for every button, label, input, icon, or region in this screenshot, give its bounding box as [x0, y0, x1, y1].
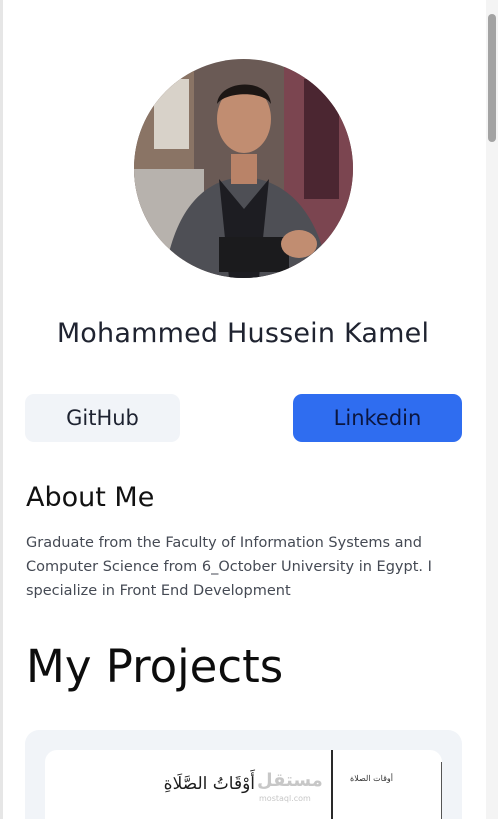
scrollbar[interactable] [486, 0, 498, 819]
project-preview-side-title: أوقات الصلاة [350, 774, 393, 783]
github-button[interactable]: GitHub [25, 394, 180, 442]
watermark-url: mostaql.com [259, 794, 311, 803]
project-preview-title: أَوْقَاتُ الصَّلَاةِ [163, 774, 255, 794]
window-edge [0, 0, 3, 819]
about-heading: About Me [26, 482, 155, 513]
avatar [134, 59, 353, 278]
preview-divider [331, 750, 333, 819]
project-thumbnail[interactable]: أَوْقَاتُ الصَّلَاةِ مستقل mostaql.com أ… [45, 750, 442, 819]
scrollbar-thumb[interactable] [488, 14, 496, 142]
linkedin-button[interactable]: Linkedin [293, 394, 462, 442]
about-text: Graduate from the Faculty of Information… [26, 535, 432, 599]
projects-heading: My Projects [26, 640, 284, 693]
preview-edge [441, 762, 442, 819]
portfolio-page: Mohammed Hussein Kamel GitHub Linkedin A… [0, 0, 498, 819]
github-button-label: GitHub [66, 406, 139, 430]
avatar-photo [134, 59, 353, 278]
watermark-logo: مستقل [257, 770, 323, 791]
linkedin-button-label: Linkedin [333, 406, 422, 430]
profile-name: Mohammed Hussein Kamel [56, 318, 430, 349]
